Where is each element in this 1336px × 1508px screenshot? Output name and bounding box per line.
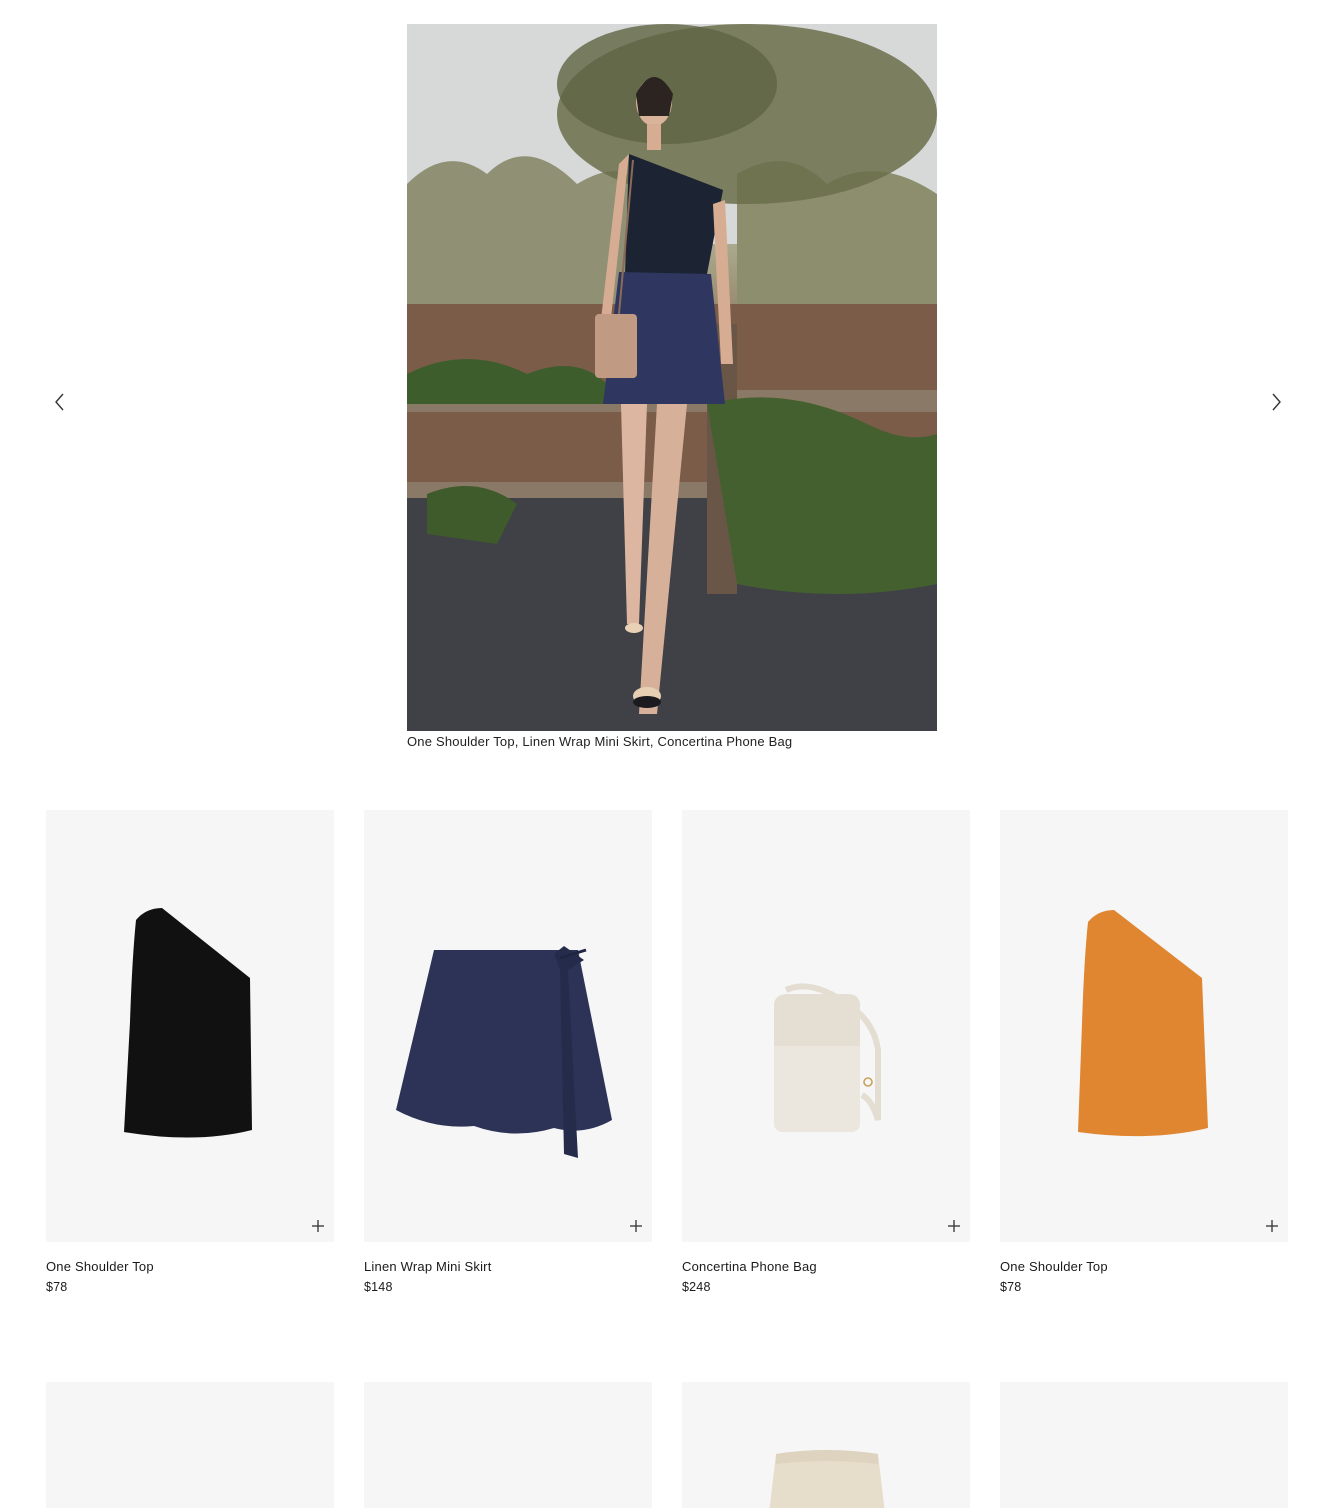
product-name[interactable]: One Shoulder Top [46,1259,334,1274]
product-card[interactable] [364,1382,652,1508]
product-card[interactable]: One Shoulder Top $78 [1000,810,1288,1294]
carousel-prev-button[interactable] [48,390,72,414]
product-image[interactable] [46,1382,334,1508]
hero-caption[interactable]: One Shoulder Top, Linen Wrap Mini Skirt,… [407,734,792,749]
add-to-bag-button[interactable] [946,1218,962,1234]
product-image[interactable] [364,810,652,1242]
product-card[interactable]: One Shoulder Top $78 [46,810,334,1294]
product-image[interactable] [682,810,970,1242]
product-card[interactable]: Concertina Phone Bag $248 [682,810,970,1294]
product-name[interactable]: Concertina Phone Bag [682,1259,970,1274]
pants-image [769,1450,885,1508]
product-card[interactable] [682,1382,970,1508]
product-price: $148 [364,1280,393,1294]
product-image[interactable] [682,1382,970,1508]
product-name[interactable]: Linen Wrap Mini Skirt [364,1259,652,1274]
product-price: $78 [1000,1280,1022,1294]
linen-wrap-mini-skirt-image [396,946,612,1158]
product-image[interactable] [1000,810,1288,1242]
page: One Shoulder Top, Linen Wrap Mini Skirt,… [0,0,1336,1508]
plus-icon [312,1220,324,1232]
add-to-bag-button[interactable] [1264,1218,1280,1234]
product-image[interactable] [46,810,334,1242]
plus-icon [1266,1220,1278,1232]
product-image[interactable] [1000,1382,1288,1508]
chevron-right-icon [1272,393,1281,411]
hero-photo [407,24,937,731]
product-name[interactable]: One Shoulder Top [1000,1259,1288,1274]
add-to-bag-button[interactable] [628,1218,644,1234]
product-price: $78 [46,1280,68,1294]
hero-image[interactable] [407,24,937,731]
product-card[interactable]: Linen Wrap Mini Skirt $148 [364,810,652,1294]
one-shoulder-top-orange-image [1078,910,1208,1137]
plus-icon [948,1220,960,1232]
carousel-next-button[interactable] [1264,390,1288,414]
product-image[interactable] [364,1382,652,1508]
product-card[interactable] [1000,1382,1288,1508]
product-price: $248 [682,1280,711,1294]
hero-carousel: One Shoulder Top, Linen Wrap Mini Skirt,… [0,0,1336,760]
concertina-phone-bag-image [774,983,881,1132]
product-card[interactable] [46,1382,334,1508]
add-to-bag-button[interactable] [310,1218,326,1234]
chevron-left-icon [55,393,64,411]
plus-icon [630,1220,642,1232]
one-shoulder-top-black-image [124,908,252,1138]
